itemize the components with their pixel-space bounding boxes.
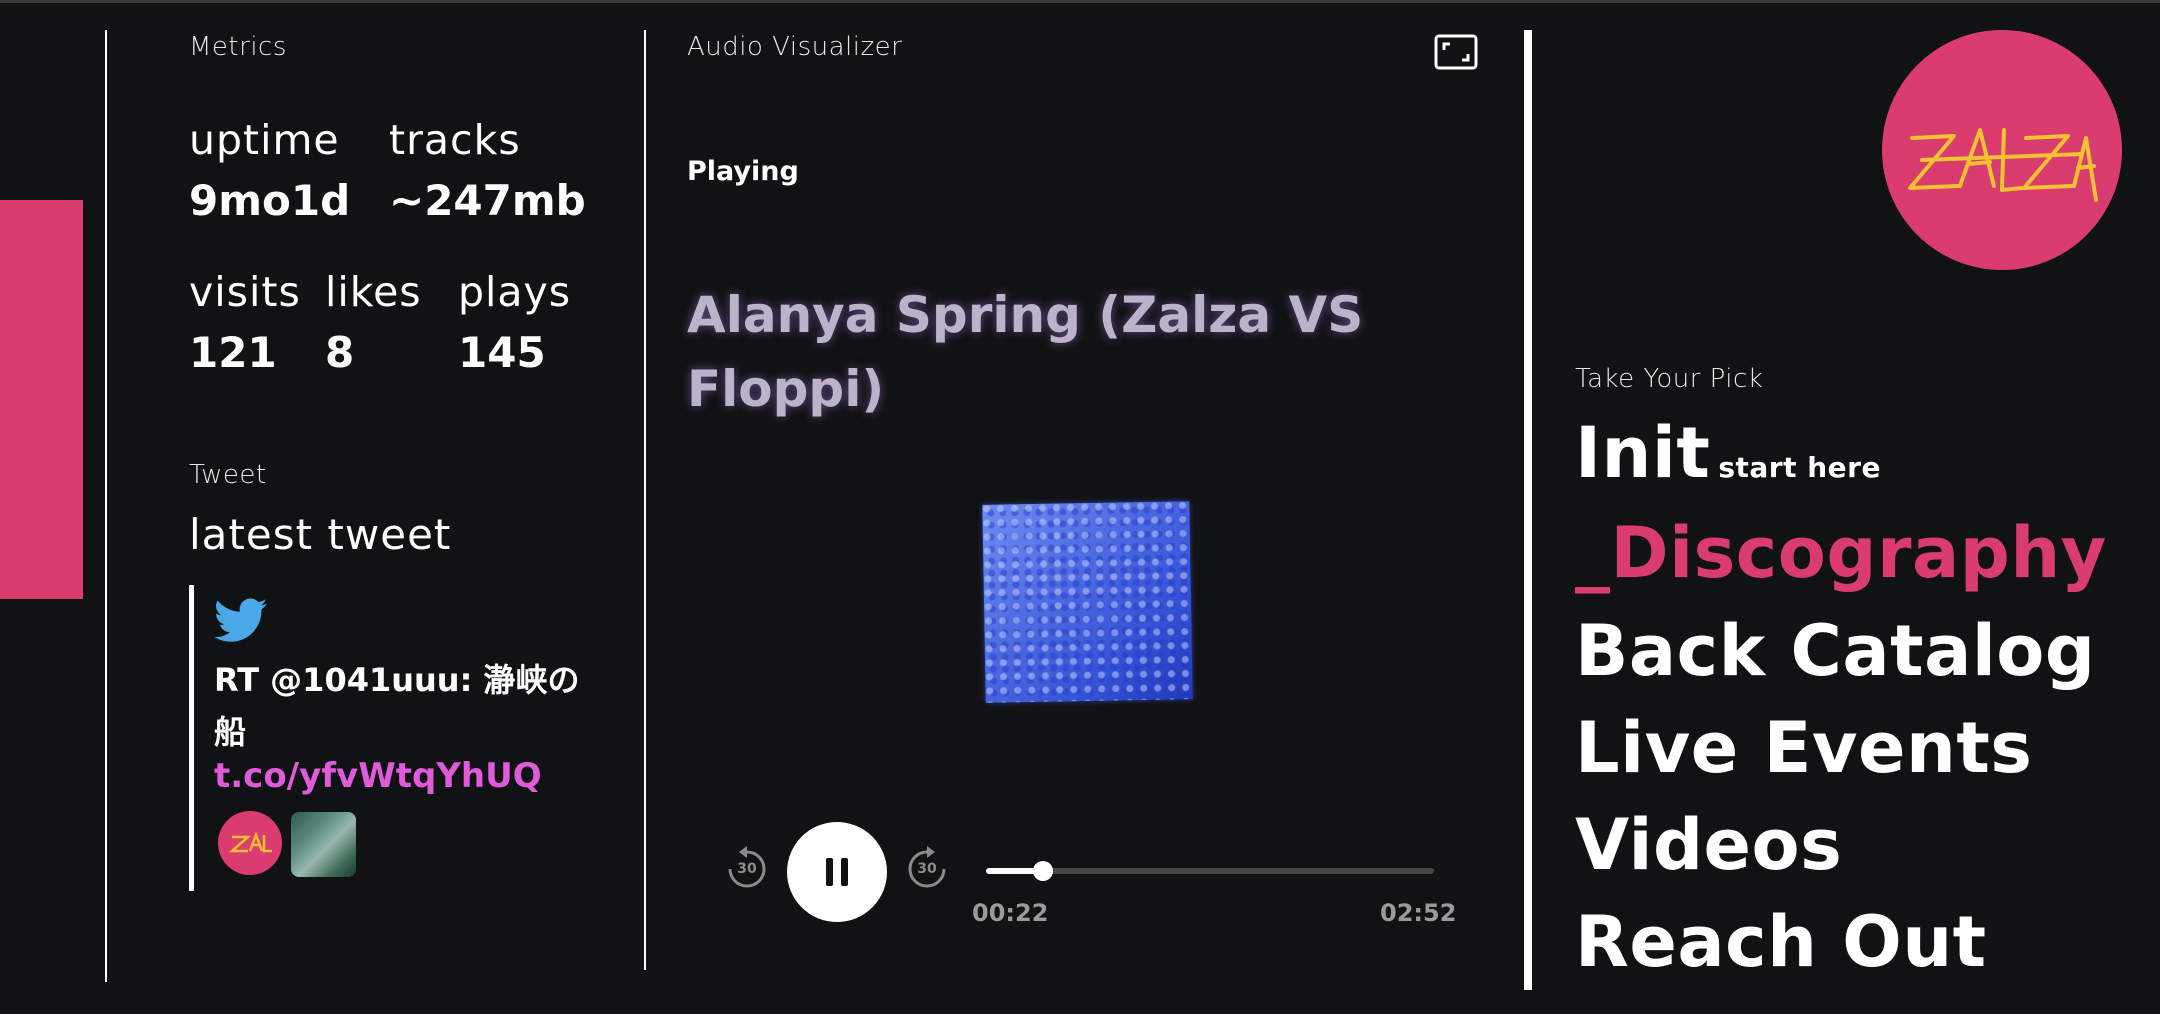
divider-left [105, 30, 107, 982]
rewind-30-button[interactable]: 30 [724, 844, 770, 892]
likes-value: 8 [325, 328, 355, 377]
twitter-bird-icon[interactable] [214, 598, 268, 644]
uptime-label: uptime [189, 116, 340, 164]
rewind-label: 30 [737, 861, 757, 877]
visits-value: 121 [189, 328, 277, 377]
forward-label: 30 [917, 861, 937, 877]
visits-label: visits [189, 268, 301, 316]
nav-heading: Take Your Pick [1575, 364, 1764, 394]
seek-bar[interactable] [986, 861, 1434, 881]
accent-bar [0, 200, 83, 599]
pause-icon [823, 858, 851, 886]
tweet-link[interactable]: t.co/yfvWtqYhUQ [214, 756, 542, 796]
nav-item-discography[interactable]: _Discography [1575, 512, 2107, 594]
zalza-logo[interactable] [1882, 30, 2122, 270]
nav-item-init[interactable]: Init start here [1575, 412, 1881, 494]
forward-30-button[interactable]: 30 [904, 844, 950, 892]
plays-label: plays [458, 268, 572, 316]
song-title: Alanya Spring (Zalza VS Floppi) [687, 278, 1387, 426]
fullscreen-icon[interactable] [1434, 34, 1478, 70]
nav-item-init-sub: start here [1718, 451, 1881, 484]
nav-item-videos[interactable]: Videos [1575, 804, 1842, 886]
tweet-heading: Tweet [189, 460, 267, 490]
playback-status: Playing [687, 156, 799, 187]
nav-item-back-catalog[interactable]: Back Catalog [1575, 610, 2096, 692]
uptime-value: 9mo1d [189, 176, 351, 225]
song-title-line2: Floppi) [687, 360, 885, 418]
metrics-heading: Metrics [189, 32, 287, 62]
current-time: 00:22 [972, 899, 1049, 927]
tracks-label: tracks [389, 116, 521, 164]
nav-item-reach-out[interactable]: Reach Out [1575, 901, 1987, 983]
tracks-value: ~247mb [389, 176, 586, 225]
tweet-subheading: latest tweet [189, 510, 452, 559]
zalza-logo-mark [1908, 128, 2098, 202]
nav-item-live-events[interactable]: Live Events [1575, 707, 2032, 789]
visualizer-heading: Audio Visualizer [687, 32, 903, 62]
pause-button[interactable] [787, 822, 887, 922]
window-top-border [0, 0, 2160, 3]
divider-middle [644, 30, 646, 970]
plays-value: 145 [458, 328, 546, 377]
tweet-text: RT @1041uuu: 瀞峡の船 [214, 661, 580, 751]
seek-bar-thumb[interactable] [1033, 861, 1054, 881]
zalza-avatar[interactable] [218, 811, 282, 875]
divider-right [1524, 30, 1532, 990]
nav-item-init-label: Init [1575, 412, 1711, 494]
song-title-line1: Alanya Spring (Zalza VS [687, 286, 1364, 344]
visualizer-artwork [982, 501, 1193, 703]
likes-label: likes [325, 268, 422, 316]
total-time: 02:52 [1380, 899, 1457, 927]
attached-image-thumb[interactable] [291, 812, 356, 877]
